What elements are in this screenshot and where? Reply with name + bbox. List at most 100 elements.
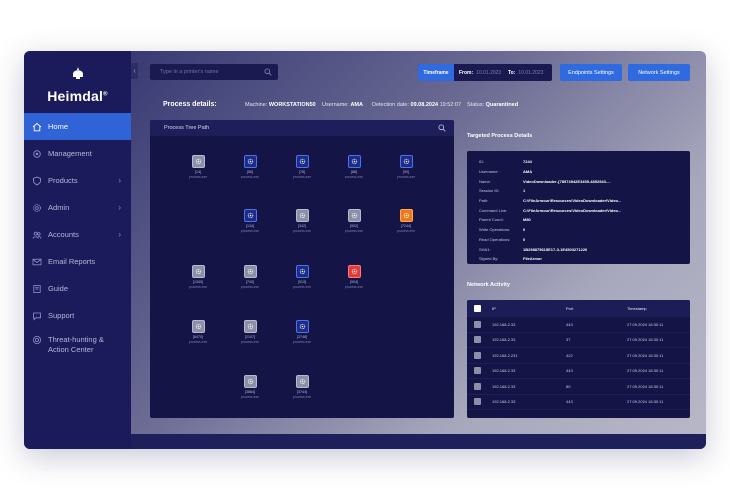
from-date-field[interactable]: From: 10.01.2023 xyxy=(454,64,503,81)
to-date-field[interactable]: To: 10.01.2023 xyxy=(503,64,552,81)
select-all-checkbox[interactable] xyxy=(474,304,481,312)
table-row[interactable]: 192.168.2.231 422 27.09.2024 18:30:11 xyxy=(467,348,690,364)
targeted-details-panel: ID: 7244 Username: AMA Name: VideoDownloader-… xyxy=(467,151,690,264)
table-header: IP Port Timestamp xyxy=(467,300,690,317)
detail-key: Command Line: xyxy=(479,207,508,213)
column-header-timestamp[interactable]: Timestamp xyxy=(627,306,647,311)
process-node-name: process.exe xyxy=(240,228,260,233)
cell-port: 37 xyxy=(566,337,571,343)
process-node[interactable]: [342] process.exe xyxy=(287,209,317,233)
status-info: Status: Quarantined xyxy=(467,102,519,108)
process-icon xyxy=(191,320,205,333)
timeframe-label[interactable]: Timeframe xyxy=(418,64,454,81)
network-activity-title: Network Activity xyxy=(467,282,510,288)
process-node-name: process.exe xyxy=(292,228,312,233)
search-icon xyxy=(264,68,272,76)
process-icon xyxy=(295,265,309,278)
process-icon xyxy=(191,155,205,168)
sidebar-item-admin[interactable]: Admin › xyxy=(24,194,131,221)
process-node[interactable]: [56] process.exe xyxy=(235,155,265,179)
process-node[interactable]: [88] process.exe xyxy=(339,155,369,179)
process-node[interactable]: [3748] process.exe xyxy=(287,320,317,344)
table-row[interactable]: 192.168.2.33 37 27.09.2024 18:30:11 xyxy=(467,333,690,348)
row-checkbox[interactable] xyxy=(474,367,481,375)
detail-value: 0 xyxy=(523,236,526,242)
row-checkbox[interactable] xyxy=(474,382,481,390)
process-node-name: process.exe xyxy=(240,284,260,289)
search-icon[interactable] xyxy=(438,124,446,132)
users-icon xyxy=(32,230,42,240)
process-icon xyxy=(243,209,257,222)
process-node[interactable]: [3744] process.exe xyxy=(287,375,317,399)
table-row[interactable]: 192.168.2.33 443 27.09.2024 18:30:11 xyxy=(467,364,690,379)
process-node[interactable]: [2107] process.exe xyxy=(235,320,265,344)
detail-key: Session ID: xyxy=(479,188,500,194)
column-header-port[interactable]: Port xyxy=(566,306,627,311)
process-node-name: process.exe xyxy=(344,284,364,289)
table-row[interactable]: 192.168.2.33 80 27.09.2024 18:30:11 xyxy=(467,379,690,395)
detail-key: ID: xyxy=(479,159,485,165)
table-row[interactable]: 192.168.2.33 443 27.09.2024 18:30:11 xyxy=(467,317,690,333)
detail-key: Name: xyxy=(479,178,491,184)
detail-row: Username: AMA xyxy=(479,167,678,177)
process-node[interactable]: [902] process.exe xyxy=(339,209,369,233)
detail-row: Command Line: C:\FileArmour\Resources\Vid… xyxy=(479,205,678,215)
detail-value: 1B298875615E17-3-1E4503271220 xyxy=(523,246,588,252)
row-checkbox[interactable] xyxy=(474,320,481,328)
detail-row: SHA1: 1B298875615E17-3-1E4503271220 xyxy=(479,244,678,254)
process-node[interactable]: [78] process.exe xyxy=(287,155,317,179)
detail-key: SHA1: xyxy=(479,246,491,252)
process-node[interactable]: [3884] process.exe xyxy=(235,375,265,399)
cell-ip: 192.168.2.33 xyxy=(492,368,516,374)
sidebar-item-guide[interactable]: Guide xyxy=(24,275,131,302)
detail-value: 7244 xyxy=(523,159,532,165)
process-icon xyxy=(399,155,413,168)
sidebar-item-email-reports[interactable]: Email Reports xyxy=(24,248,131,275)
row-checkbox[interactable] xyxy=(474,398,481,406)
sidebar-item-management[interactable]: Management xyxy=(24,140,131,167)
from-value: 10.01.2023 xyxy=(476,69,502,76)
sidebar-item-accounts[interactable]: Accounts › xyxy=(24,221,131,248)
target-icon xyxy=(32,335,42,345)
network-settings-button[interactable]: Network Settings xyxy=(628,64,690,81)
detail-value: C:\FileArmour\Resources\VideoDownloader\… xyxy=(523,207,622,213)
sidebar-item-threat-hunting[interactable]: Threat-hunting & Action Center xyxy=(24,329,131,365)
sidebar-item-products[interactable]: Products › xyxy=(24,167,131,194)
sidebar-item-support[interactable]: Support xyxy=(24,302,131,329)
sidebar-item-label: Support xyxy=(48,311,75,320)
row-checkbox[interactable] xyxy=(474,351,481,359)
row-checkbox[interactable] xyxy=(474,336,481,344)
brand-logo[interactable]: Heimdal® xyxy=(24,65,131,104)
process-node[interactable]: [740] process.exe xyxy=(235,265,265,289)
sidebar-item-home[interactable]: Home xyxy=(24,113,131,140)
process-node[interactable]: [913] process.exe xyxy=(287,265,317,289)
sidebar-collapse-toggle[interactable]: ‹ xyxy=(131,63,138,79)
targeted-details-title: Targeted Process Details xyxy=(467,133,533,139)
process-node[interactable]: [1340] process.exe xyxy=(183,265,213,289)
process-node-name: process.exe xyxy=(396,174,416,179)
detail-row: Signed By: FileArmor xyxy=(479,254,678,264)
process-icon xyxy=(243,375,257,388)
sidebar-nav: Home Management Products › Admin › Accou… xyxy=(24,113,131,365)
endpoints-settings-button[interactable]: Endpoints Settings xyxy=(560,64,622,81)
to-value: 10.01.2023 xyxy=(518,69,544,76)
process-node[interactable]: [6470] process.exe xyxy=(183,320,213,344)
process-node[interactable]: [7244] process.exe xyxy=(391,209,421,233)
column-header-ip[interactable]: IP xyxy=(492,306,566,311)
process-icon xyxy=(347,209,361,222)
search-input[interactable]: Type in a printer's name xyxy=(150,64,278,80)
detail-value: FileArmor xyxy=(523,256,542,262)
sidebar-item-label: Admin xyxy=(48,203,70,212)
process-node[interactable]: [904] process.exe xyxy=(339,265,369,289)
detail-row: Parent Count: M80 xyxy=(479,215,678,225)
process-icon xyxy=(347,155,361,168)
process-icon xyxy=(295,155,309,168)
process-node[interactable]: [90] process.exe xyxy=(391,155,421,179)
process-node-name: process.exe xyxy=(292,339,312,344)
process-node[interactable]: [14] process.exe xyxy=(183,155,213,179)
detail-value: 0 xyxy=(523,227,526,233)
username-info: Username: AMA xyxy=(322,102,363,108)
process-node[interactable]: [134] process.exe xyxy=(235,209,265,233)
table-row[interactable]: 192.168.2.33 443 27.09.2024 18:30:11 xyxy=(467,395,690,410)
from-label: From: xyxy=(459,69,474,76)
